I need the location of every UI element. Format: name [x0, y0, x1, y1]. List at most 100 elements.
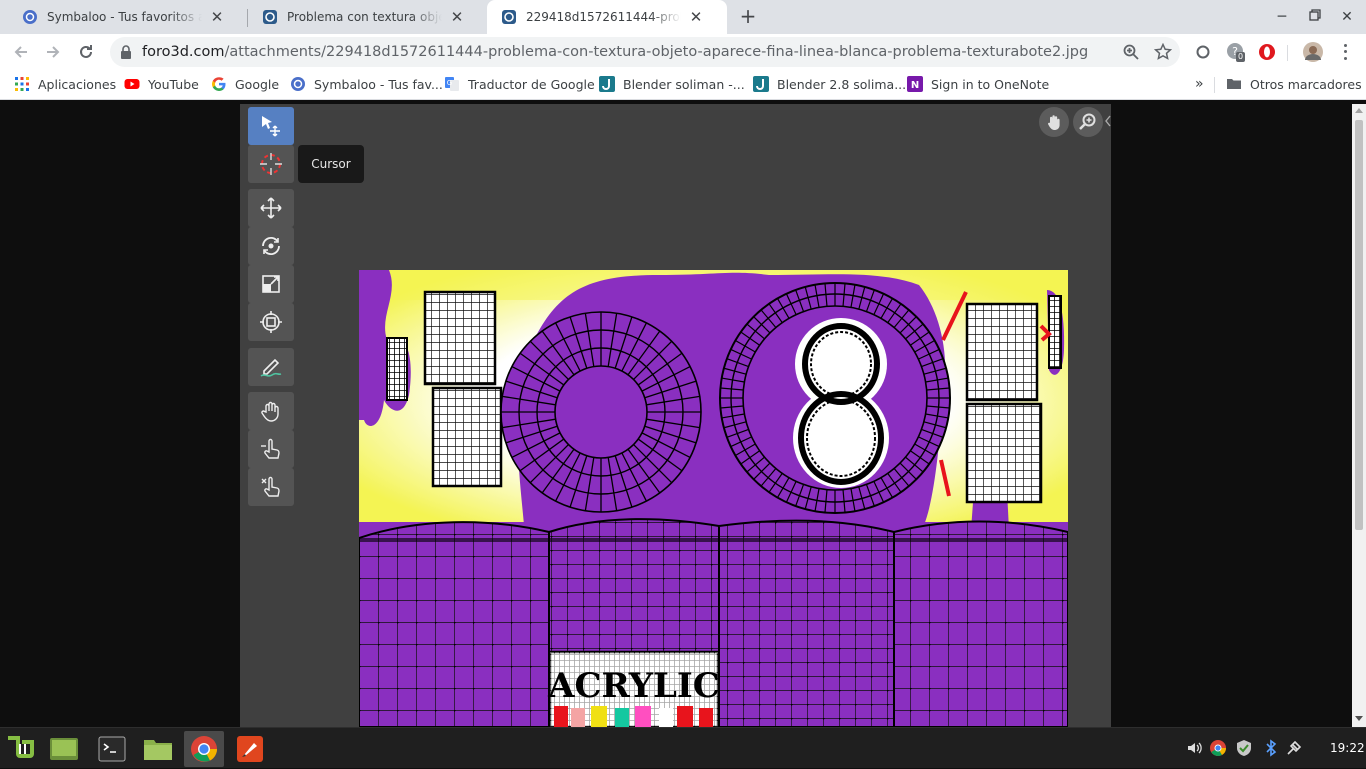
zoom-view-button[interactable]: [1073, 107, 1103, 137]
bookmark-label: Symbaloo - Tus fav...: [314, 76, 443, 92]
zoom-icon[interactable]: [1122, 43, 1140, 61]
bookmark-label: Aplicaciones: [38, 76, 117, 92]
bookmark-other[interactable]: Otros marcadores: [1226, 70, 1362, 98]
paintbrush-icon: [237, 736, 263, 762]
terminal-icon: [98, 736, 126, 762]
lock-icon: [121, 45, 131, 59]
magnifier-icon: [1079, 113, 1096, 130]
forward-button[interactable]: [40, 39, 66, 65]
extension-count-badge: 0: [1236, 52, 1246, 62]
url-host: foro3d.com: [142, 44, 225, 60]
bookmark-blender-28[interactable]: Blender 2.8 solima...: [753, 70, 906, 98]
bookmarks-bar: Aplicaciones YouTube Google Symbaloo - T…: [0, 70, 1366, 100]
translate-icon: G: [445, 77, 459, 91]
close-icon[interactable]: ✕: [208, 8, 226, 26]
bookmark-label: Traductor de Google: [468, 76, 595, 92]
chrome-tray-icon[interactable]: [1209, 739, 1227, 757]
folder-icon: [144, 740, 172, 760]
youtube-icon: [124, 79, 140, 89]
tool-rotate[interactable]: [248, 227, 294, 265]
opera-icon[interactable]: [1258, 43, 1276, 61]
j-site-icon: [753, 76, 769, 92]
address-bar[interactable]: foro3d.com/attachments/229418d1572611444…: [110, 37, 1180, 67]
volume-icon[interactable]: [1186, 739, 1204, 757]
tool-cursor[interactable]: [248, 145, 294, 183]
power-plug-icon[interactable]: [1285, 739, 1303, 757]
hand-icon: [1047, 115, 1060, 130]
folder-icon: [1227, 79, 1241, 89]
apps-grid-icon: [15, 77, 29, 91]
tab-title: Symbaloo - Tus favoritos accesibles: [47, 10, 202, 24]
hand-icon: [261, 401, 279, 422]
bookmark-blender-soliman[interactable]: Blender soliman -...: [599, 70, 745, 98]
foro3d-icon: [502, 10, 516, 24]
tool-transform[interactable]: [248, 303, 294, 341]
uv-disc-right: [719, 282, 951, 514]
restore-button[interactable]: [1305, 8, 1325, 26]
paint-app-button[interactable]: [230, 731, 270, 767]
bookmark-google[interactable]: Google: [211, 70, 279, 98]
onenote-icon: N: [907, 76, 923, 92]
texture-label-text: ACRYLIC: [547, 666, 720, 706]
show-desktop-button[interactable]: [44, 731, 84, 767]
bookmarks-divider: [1214, 77, 1215, 93]
files-button[interactable]: [138, 731, 178, 767]
chrome-button[interactable]: [184, 731, 224, 767]
window-close-button[interactable]: ✕: [1337, 8, 1357, 26]
svg-text:N: N: [911, 80, 919, 91]
clock[interactable]: 19:22: [1330, 728, 1365, 769]
new-tab-button[interactable]: +: [736, 5, 760, 29]
bookmark-symbaloo[interactable]: Symbaloo - Tus fav...: [290, 70, 443, 98]
tool-select-box[interactable]: [248, 107, 294, 145]
bookmark-translate[interactable]: G Traductor de Google: [444, 70, 595, 98]
svg-text:G: G: [447, 79, 452, 87]
scroll-down-icon[interactable]: [1355, 716, 1363, 721]
reload-icon: [80, 45, 92, 58]
menu-dot-icon: [1343, 50, 1347, 54]
tool-annotate[interactable]: [248, 348, 294, 386]
desktop-icon: [50, 738, 78, 760]
close-icon[interactable]: ✕: [687, 8, 705, 26]
star-icon[interactable]: [1154, 43, 1172, 61]
menu-button[interactable]: [1336, 42, 1354, 62]
shield-icon[interactable]: [1235, 739, 1253, 757]
tab-attachment[interactable]: 229418d1572611444-problema-con-textura ✕: [487, 0, 727, 34]
extension-badge-button[interactable]: ? 0: [1226, 42, 1250, 64]
bluetooth-icon[interactable]: [1262, 739, 1280, 757]
tool-move[interactable]: [248, 189, 294, 227]
reload-button[interactable]: [73, 39, 99, 65]
tab-symbaloo[interactable]: Symbaloo - Tus favoritos accesibles ✕: [8, 0, 246, 34]
symbaloo-icon: [23, 10, 37, 24]
tool-relax[interactable]: [248, 430, 294, 468]
bookmark-apps[interactable]: Aplicaciones: [14, 70, 116, 98]
minimize-button[interactable]: ─: [1272, 8, 1292, 26]
bookmark-youtube[interactable]: YouTube: [124, 70, 199, 98]
menu-dot-icon: [1343, 43, 1347, 47]
extension-ring-icon[interactable]: [1194, 43, 1212, 61]
finger-relax-icon: [261, 438, 280, 459]
linux-mint-icon: [8, 736, 34, 758]
bookmarks-overflow-button[interactable]: »: [1195, 70, 1204, 98]
image-viewer: Cursor ACRYLIC: [0, 104, 1366, 727]
tool-grab[interactable]: [248, 392, 294, 430]
select-arrow-icon: [262, 116, 280, 137]
scroll-up-icon[interactable]: [1355, 108, 1363, 113]
pan-view-button[interactable]: [1039, 107, 1069, 137]
vertical-scrollbar[interactable]: [1352, 104, 1366, 727]
scrollbar-thumb[interactable]: [1355, 120, 1363, 530]
bookmark-onenote[interactable]: N Sign in to OneNote: [907, 70, 1049, 98]
uv-texture-image: ACRYLIC: [359, 270, 1068, 727]
uv-texture-drawing: ACRYLIC: [359, 270, 1068, 727]
tab-problema[interactable]: Problema con textura objeto, aparece fin…: [248, 0, 486, 34]
terminal-button[interactable]: [92, 731, 132, 767]
restore-icon: [1309, 9, 1321, 21]
tool-scale[interactable]: [248, 265, 294, 303]
close-icon[interactable]: ✕: [448, 8, 466, 26]
uv-disc-left: [500, 311, 702, 513]
tool-pinch[interactable]: [248, 468, 294, 506]
avatar[interactable]: [1302, 41, 1324, 63]
back-button[interactable]: [8, 39, 34, 65]
mint-menu-button[interactable]: [2, 731, 42, 767]
j-site-icon: [599, 76, 615, 92]
foro3d-icon: [263, 10, 277, 24]
